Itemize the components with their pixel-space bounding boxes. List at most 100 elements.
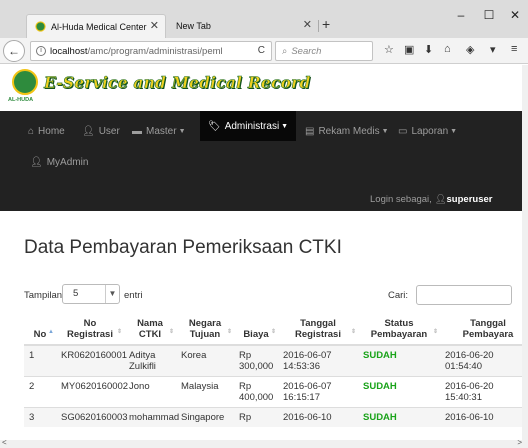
- nav-item-administrasi[interactable]: 🏷︎ Administrasi ▼: [200, 111, 297, 141]
- nav-item-master[interactable]: ▬ Master ▼: [132, 126, 186, 137]
- cell-biaya: Rp 300,000: [234, 344, 278, 377]
- browser-tab-active[interactable]: Al-Huda Medical Center ✕: [26, 14, 166, 38]
- nav-item-rekam-medis[interactable]: ▤ Rekam Medis ▼: [305, 126, 389, 137]
- column-header-tanggal-registrasi[interactable]: Tanggal Registrasi ⇕: [278, 313, 358, 346]
- download-icon[interactable]: ⬇: [424, 43, 433, 56]
- al-huda-logo[interactable]: [12, 69, 38, 95]
- cell-tanggal-pembayaran: 2016-06-10: [440, 407, 528, 427]
- column-header-tanggal-pembayaran[interactable]: Tanggal Pembayara: [440, 313, 528, 346]
- minimize-button[interactable]: –: [454, 8, 468, 22]
- cell-no-registrasi: MY0620160002: [56, 376, 128, 408]
- overflow-chevron-icon[interactable]: ▾: [490, 43, 496, 56]
- search-icon: ⌕: [282, 45, 288, 57]
- close-window-button[interactable]: ✕: [508, 8, 522, 22]
- cell-tanggal-registrasi: 2016-06-10: [278, 407, 358, 427]
- sort-icon: ⇕: [226, 329, 232, 335]
- sort-icon: ⇕: [270, 329, 276, 335]
- browser-tab-title: New Tab: [176, 21, 211, 31]
- sort-icon: ⇕: [168, 329, 174, 335]
- cell-nama: Jono: [124, 376, 176, 408]
- new-tab-plus-icon[interactable]: +: [322, 16, 330, 32]
- cell-no: 2: [24, 376, 56, 408]
- logo-caption: AL-HUDA: [8, 97, 34, 103]
- hdd-icon: ▬: [132, 126, 142, 137]
- login-prefix: Login sebagai,: [370, 194, 432, 205]
- sort-icon: ⇕: [432, 329, 438, 335]
- home-icon: ⌂: [28, 126, 35, 137]
- table-row[interactable]: 2 MY0620160002 Jono Malaysia Rp 400,000 …: [24, 376, 528, 408]
- maximize-button[interactable]: ☐: [482, 8, 496, 22]
- column-header-status-pembayaran[interactable]: Status Pembayaran ⇕: [358, 313, 440, 346]
- login-username[interactable]: superuser: [447, 194, 493, 205]
- page-length-value: 5: [73, 288, 79, 299]
- nav-item-myadmin[interactable]: 👤︎ MyAdmin: [30, 157, 88, 168]
- caret-down-icon: ▼: [178, 128, 186, 135]
- extension-icon[interactable]: ◈: [466, 43, 474, 56]
- site-title: E-Service and Medical Record: [44, 73, 311, 93]
- table-search-input[interactable]: [416, 285, 512, 305]
- column-header-nama-ctki[interactable]: Nama CTKI ⇕: [124, 313, 176, 346]
- cell-negara: Singapore: [176, 407, 234, 427]
- scroll-left-icon[interactable]: <: [2, 438, 7, 447]
- nav-label: Laporan: [411, 126, 449, 137]
- nav-item-laporan[interactable]: ▭ Laporan ▼: [398, 126, 457, 137]
- nav-label: MyAdmin: [46, 157, 89, 168]
- vertical-scrollbar[interactable]: [522, 65, 528, 440]
- home-icon[interactable]: ⌂: [444, 43, 451, 55]
- reload-icon[interactable]: C: [258, 45, 265, 56]
- status-badge: SUDAH: [358, 376, 440, 408]
- cell-negara: Malaysia: [176, 376, 234, 408]
- horizontal-scrollbar[interactable]: < >: [0, 438, 528, 448]
- table-row[interactable]: 3 SG0620160003 mohammad Singapore Rp 201…: [24, 407, 528, 427]
- nav-item-home[interactable]: ⌂ Home: [28, 126, 65, 137]
- cell-no-registrasi: KR0620160001: [56, 344, 127, 377]
- caret-down-icon: ▼: [450, 128, 458, 135]
- browser-tabstrip: Al-Huda Medical Center ✕ New Tab ✕ + – ☐…: [0, 0, 528, 38]
- url-host: localhost: [50, 45, 88, 57]
- column-header-no[interactable]: No ▲: [24, 313, 56, 346]
- sort-icon: ⇕: [116, 329, 122, 335]
- site-header: AL-HUDA E-Service and Medical Record: [0, 65, 528, 111]
- user-icon: 👤︎: [82, 126, 95, 137]
- chevron-down-icon: ▼: [105, 285, 119, 303]
- nav-label: Administrasi: [224, 120, 280, 132]
- table-header-row: No ▲ No Registrasi ⇕ Nama CTKI ⇕ Negara Tuj…: [24, 313, 528, 346]
- cell-negara: Korea: [176, 344, 234, 377]
- nav-item-user[interactable]: 👤︎ User: [82, 126, 120, 137]
- payment-table: No ▲ No Registrasi ⇕ Nama CTKI ⇕ Negara Tuj…: [24, 313, 528, 427]
- browser-tab-newtab[interactable]: New Tab ✕: [168, 14, 318, 38]
- user-icon: 👤︎: [434, 194, 447, 205]
- page-length-select[interactable]: 5 ▼: [62, 284, 120, 304]
- browser-search-input[interactable]: ⌕ Search: [275, 41, 373, 61]
- bookmark-star-icon[interactable]: ☆: [384, 43, 394, 56]
- column-header-negara-tujuan[interactable]: Negara Tujuan ⇕: [176, 313, 234, 346]
- hamburger-menu-icon[interactable]: ≡: [511, 43, 517, 55]
- close-tab-icon[interactable]: ✕: [150, 19, 159, 32]
- page-title: Data Pembayaran Pemeriksaan CTKI: [24, 237, 342, 258]
- site-info-icon[interactable]: i: [36, 46, 46, 56]
- close-tab-icon[interactable]: ✕: [303, 18, 312, 31]
- cell-no-registrasi: SG0620160003: [56, 407, 128, 427]
- browser-navbar: ← i localhost/amc/program/administrasi/p…: [0, 38, 528, 64]
- site-favicon-icon: [35, 21, 46, 32]
- cell-tanggal-pembayaran: 2016-06-20 15:40:31: [440, 376, 528, 408]
- url-bar[interactable]: i localhost/amc/program/administrasi/pem…: [30, 41, 272, 61]
- cell-no: 3: [24, 407, 56, 427]
- main-nav: ⌂ Home 👤︎ User ▬ Master ▼ 🏷︎ Administrasi…: [0, 111, 528, 211]
- cell-nama: Aditya Zulkifli: [124, 344, 176, 377]
- nav-label: Rekam Medis: [318, 126, 380, 137]
- length-label: Tampilan: [24, 290, 63, 301]
- user-icon: 👤︎: [30, 157, 43, 168]
- table-row[interactable]: 1 KR0620160001 Aditya Zulkifli Korea Rp …: [24, 344, 528, 377]
- library-icon[interactable]: ▣: [404, 43, 414, 56]
- login-status: Login sebagai, 👤︎superuser: [370, 194, 492, 205]
- cell-biaya: Rp 400,000: [234, 376, 278, 408]
- length-suffix: entri: [124, 290, 143, 301]
- column-header-no-registrasi[interactable]: No Registrasi ⇕: [56, 313, 124, 346]
- status-badge: SUDAH: [358, 407, 440, 427]
- scroll-right-icon[interactable]: >: [517, 438, 522, 447]
- nav-label: User: [98, 126, 120, 137]
- back-arrow-icon[interactable]: ←: [3, 40, 25, 62]
- column-header-biaya[interactable]: Biaya ⇕: [234, 313, 278, 346]
- card-icon: ▭: [398, 126, 408, 137]
